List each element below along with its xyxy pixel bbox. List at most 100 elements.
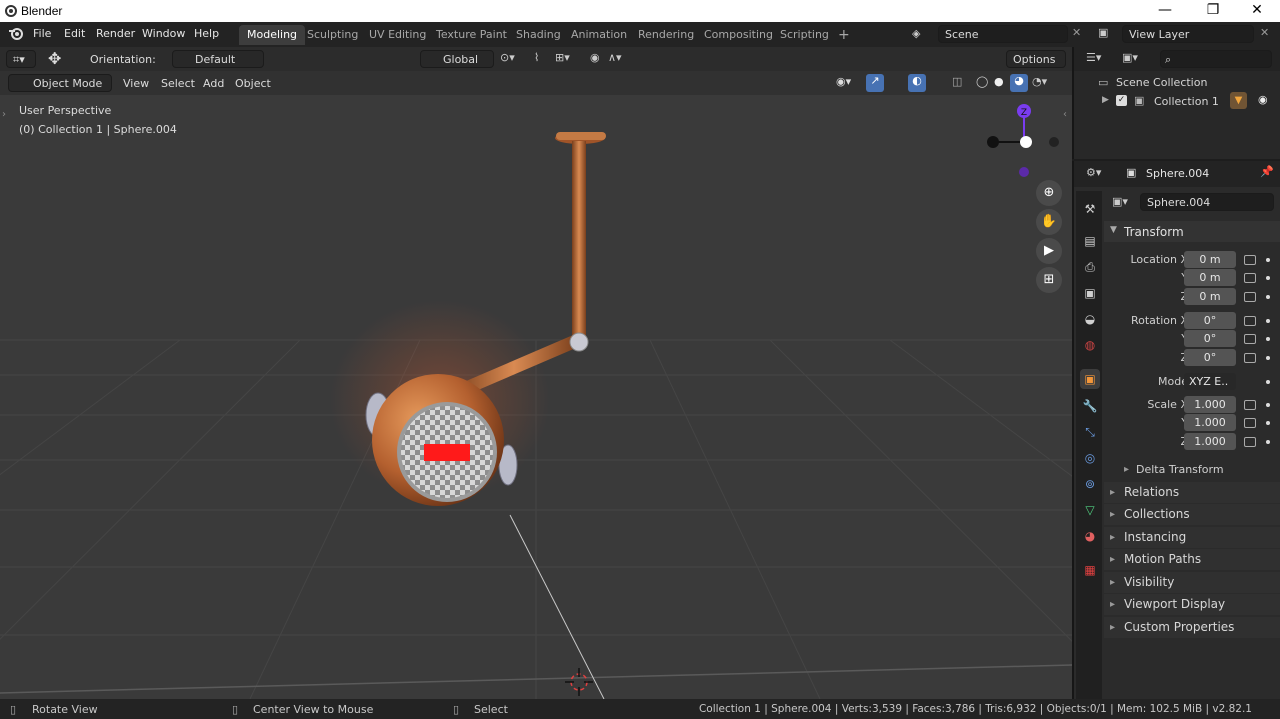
- keyframe-dot-icon[interactable]: [1266, 319, 1270, 323]
- camera-view-icon[interactable]: ▶: [1036, 238, 1062, 264]
- scene-selector[interactable]: Scene: [938, 25, 1068, 43]
- navigation-gizmo[interactable]: Z: [984, 102, 1064, 182]
- menu-file[interactable]: File: [33, 27, 51, 40]
- zoom-icon[interactable]: ⊕: [1036, 180, 1062, 206]
- filter-funnel-icon[interactable]: ▼: [1230, 92, 1247, 109]
- outliner-search-input[interactable]: ⌕: [1160, 50, 1272, 68]
- options-button[interactable]: Options: [1006, 50, 1066, 68]
- panel-collections[interactable]: Collections: [1104, 504, 1280, 525]
- pivot-point-icon[interactable]: ⊙▾: [500, 51, 515, 64]
- 3d-cursor-icon[interactable]: [565, 668, 593, 696]
- menu-object[interactable]: Object: [228, 74, 278, 92]
- scene-collection-label[interactable]: Scene Collection: [1116, 76, 1207, 89]
- tool-tab-icon[interactable]: ⚒: [1080, 199, 1100, 219]
- view-layer-selector[interactable]: View Layer: [1122, 25, 1254, 43]
- lock-icon[interactable]: [1244, 437, 1256, 447]
- particles-tab-icon[interactable]: ⤡: [1080, 422, 1100, 442]
- panel-visibility[interactable]: Visibility: [1104, 572, 1280, 593]
- add-workspace-button[interactable]: +: [830, 25, 858, 45]
- data-tab-icon[interactable]: ▽: [1080, 500, 1100, 520]
- keyframe-dot-icon[interactable]: [1266, 295, 1270, 299]
- menu-help[interactable]: Help: [194, 27, 219, 40]
- collection-label[interactable]: Collection 1: [1154, 95, 1219, 108]
- blender-menu-icon[interactable]: [8, 27, 24, 41]
- gizmo-toggle-icon[interactable]: ↗: [866, 74, 884, 92]
- modifier-tab-icon[interactable]: 🔧: [1080, 396, 1100, 416]
- view-layer-icon[interactable]: ▣: [1098, 26, 1108, 39]
- proportional-edit-icon[interactable]: ◉: [590, 51, 600, 64]
- snap-icon[interactable]: ⌇: [534, 51, 539, 64]
- scale-x-field[interactable]: 1.000: [1184, 396, 1236, 413]
- location-z-field[interactable]: 0 m: [1184, 288, 1236, 305]
- keyframe-dot-icon[interactable]: [1266, 440, 1270, 444]
- physics-tab-icon[interactable]: ◎: [1080, 448, 1100, 468]
- falloff-icon[interactable]: ∧▾: [608, 51, 622, 64]
- output-tab-icon[interactable]: ⎙: [1080, 257, 1100, 277]
- keyframe-dot-icon[interactable]: [1266, 421, 1270, 425]
- properties-editor-icon[interactable]: ⚙▾: [1086, 166, 1101, 179]
- lock-icon[interactable]: [1244, 316, 1256, 326]
- tab-compositing[interactable]: Compositing: [696, 25, 781, 45]
- wireframe-shading-icon[interactable]: ◯: [976, 75, 988, 88]
- material-tab-icon[interactable]: ◕: [1080, 526, 1100, 546]
- toolbar-toggle-icon[interactable]: ›: [2, 109, 6, 120]
- pan-hand-icon[interactable]: ✋: [1036, 209, 1062, 235]
- solid-shading-icon[interactable]: ●: [994, 75, 1004, 88]
- eye-visibility-icon[interactable]: ◉: [1258, 93, 1268, 106]
- lock-icon[interactable]: [1244, 334, 1256, 344]
- render-tab-icon[interactable]: ▤: [1080, 231, 1100, 251]
- editor-type-button[interactable]: ⌗▾: [6, 50, 36, 68]
- lock-icon[interactable]: [1244, 255, 1256, 265]
- maximize-button[interactable]: ❐: [1190, 0, 1236, 22]
- minimize-button[interactable]: —: [1142, 0, 1188, 22]
- lock-icon[interactable]: [1244, 418, 1256, 428]
- scale-y-field[interactable]: 1.000: [1184, 414, 1236, 431]
- tab-rendering[interactable]: Rendering: [630, 25, 702, 45]
- panel-relations[interactable]: Relations: [1104, 482, 1280, 503]
- xray-icon[interactable]: ◫: [952, 75, 962, 88]
- lock-icon[interactable]: [1244, 292, 1256, 302]
- mode-dropdown[interactable]: Object Mode: [8, 74, 112, 92]
- tab-scripting[interactable]: Scripting: [772, 25, 837, 45]
- close-button[interactable]: ✕: [1234, 0, 1280, 22]
- tab-sculpting[interactable]: Sculpting: [299, 25, 366, 45]
- keyframe-dot-icon[interactable]: [1266, 356, 1270, 360]
- menu-edit[interactable]: Edit: [64, 27, 85, 40]
- overlays-toggle-icon[interactable]: ◐: [908, 74, 926, 92]
- constraints-tab-icon[interactable]: ⊚: [1080, 474, 1100, 494]
- transform-orientation-dropdown[interactable]: Global: [420, 50, 494, 68]
- tab-animation[interactable]: Animation: [563, 25, 635, 45]
- tab-shading[interactable]: Shading: [508, 25, 569, 45]
- view-layer-close-icon[interactable]: ✕: [1260, 26, 1269, 39]
- orientation-dropdown[interactable]: Default: [172, 50, 264, 68]
- keyframe-dot-icon[interactable]: [1266, 403, 1270, 407]
- menu-add[interactable]: Add: [196, 74, 231, 92]
- tab-modeling[interactable]: Modeling: [239, 25, 306, 45]
- collection-checkbox[interactable]: ✓: [1116, 95, 1127, 106]
- move-tool-icon[interactable]: ✥: [48, 49, 61, 68]
- scene-close-icon[interactable]: ✕: [1072, 26, 1081, 39]
- panel-custom-properties[interactable]: Custom Properties: [1104, 617, 1280, 638]
- panel-motion-paths[interactable]: Motion Paths: [1104, 549, 1280, 570]
- delta-transform-subpanel[interactable]: ▸ Delta Transform: [1114, 460, 1274, 480]
- scene-tab-icon[interactable]: ◒: [1080, 309, 1100, 329]
- panel-instancing[interactable]: Instancing: [1104, 527, 1280, 548]
- menu-render[interactable]: Render: [96, 27, 135, 40]
- keyframe-dot-icon[interactable]: [1266, 276, 1270, 280]
- keyframe-dot-icon[interactable]: [1266, 337, 1270, 341]
- object-tab-icon[interactable]: ▣: [1080, 369, 1100, 389]
- panel-viewport-display[interactable]: Viewport Display: [1104, 594, 1280, 615]
- scene-icon[interactable]: ◈: [912, 27, 920, 40]
- location-y-field[interactable]: 0 m: [1184, 269, 1236, 286]
- lock-icon[interactable]: [1244, 273, 1256, 283]
- material-shading-icon[interactable]: ◕: [1010, 74, 1028, 92]
- menu-view[interactable]: View: [116, 74, 156, 92]
- lock-icon[interactable]: [1244, 353, 1256, 363]
- visibility-icon[interactable]: ◉▾: [836, 75, 851, 88]
- sidebar-toggle-icon[interactable]: ‹: [1063, 109, 1067, 120]
- world-tab-icon[interactable]: ◍: [1080, 335, 1100, 355]
- rotation-mode-dropdown[interactable]: XYZ E..: [1184, 373, 1236, 390]
- rotation-y-field[interactable]: 0°: [1184, 330, 1236, 347]
- ortho-grid-icon[interactable]: ⊞: [1036, 267, 1062, 293]
- menu-select[interactable]: Select: [154, 74, 202, 92]
